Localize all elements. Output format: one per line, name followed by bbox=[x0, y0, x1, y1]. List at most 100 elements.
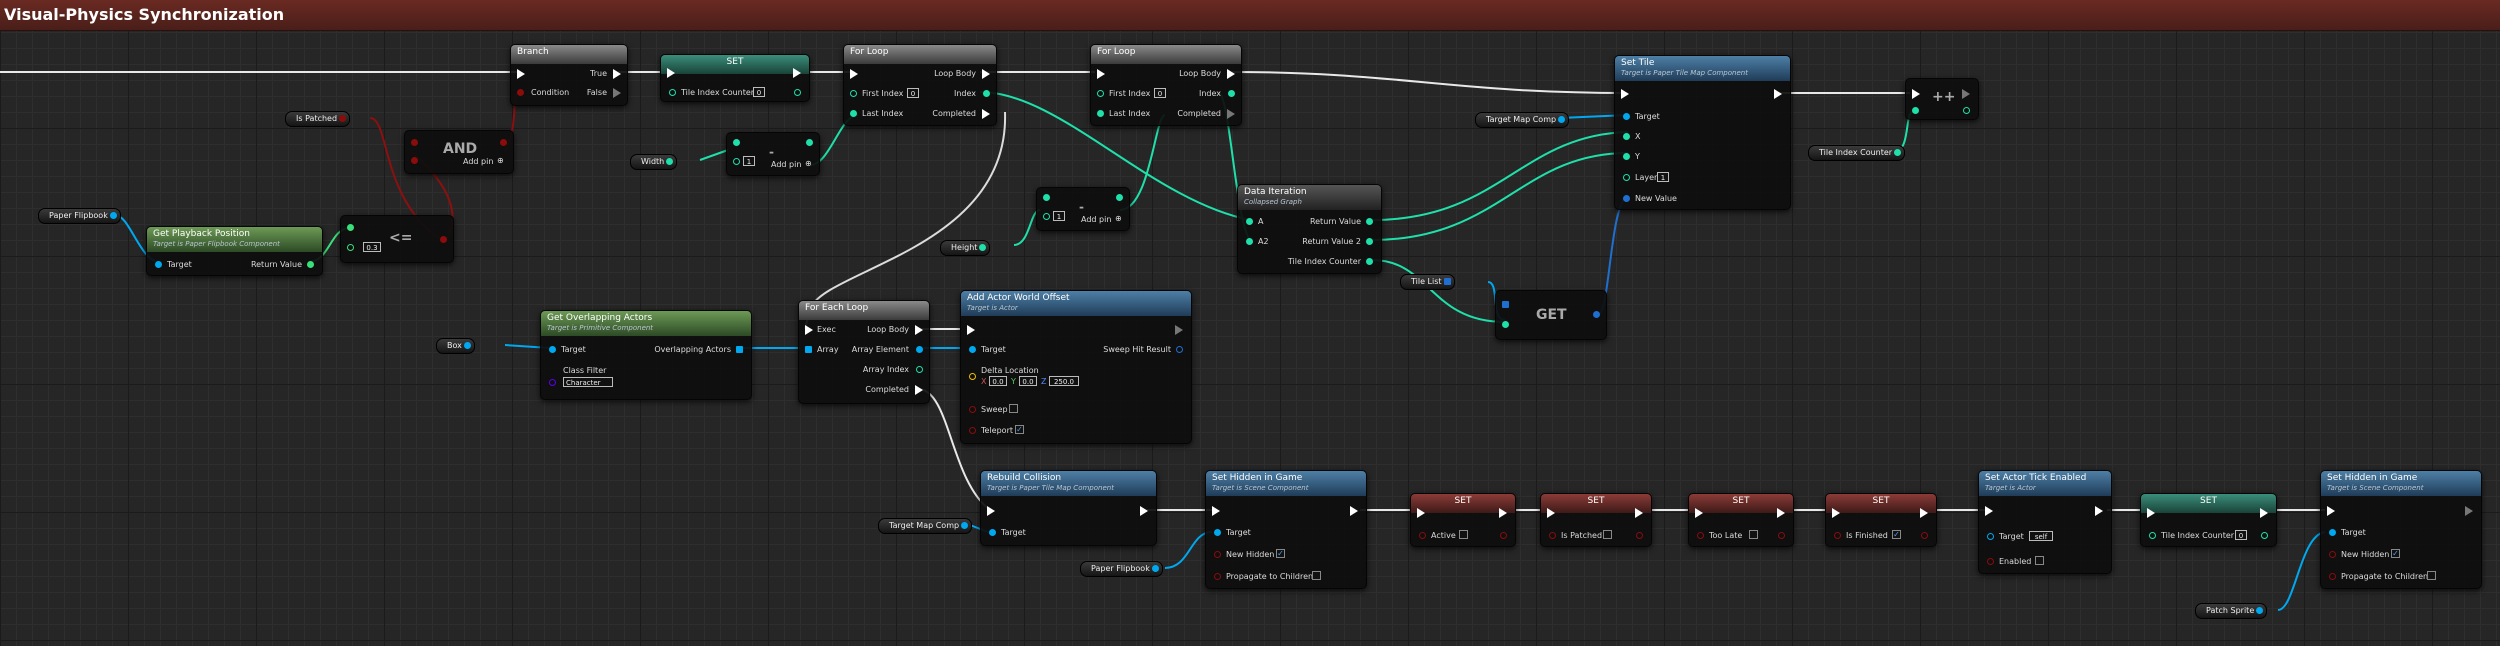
int-in-pin[interactable] bbox=[669, 89, 676, 96]
add-pin-label[interactable]: Add pin bbox=[463, 157, 493, 166]
int-in-pin-a[interactable] bbox=[1043, 194, 1050, 201]
exec-in-pin[interactable] bbox=[667, 68, 675, 78]
bool-in-pin-a[interactable] bbox=[411, 139, 418, 146]
exec-in-pin[interactable] bbox=[2147, 508, 2155, 518]
array-element-pin[interactable] bbox=[916, 346, 923, 353]
exec-in-pin[interactable] bbox=[1695, 508, 1703, 518]
subtract-node-1[interactable]: 1 - Add pin ⊕ bbox=[726, 132, 820, 176]
exec-out-pin[interactable] bbox=[1777, 508, 1785, 518]
first-index-pin[interactable] bbox=[1097, 90, 1104, 97]
int-in-pin[interactable] bbox=[1912, 107, 1919, 114]
add-pin-icon[interactable]: ⊕ bbox=[805, 159, 812, 168]
less-equal-node[interactable]: 0.3 <= bbox=[340, 215, 454, 263]
paper-flipbook-variable-2[interactable]: Paper Flipbook bbox=[1080, 561, 1163, 577]
target-pin[interactable] bbox=[1987, 533, 1994, 540]
increment-node[interactable]: ++ bbox=[1905, 78, 1979, 120]
delta-x-field[interactable]: 0.0 bbox=[989, 376, 1007, 386]
class-filter-dropdown[interactable]: Character bbox=[563, 377, 613, 387]
value-checkbox[interactable] bbox=[1603, 530, 1612, 539]
add-pin-icon[interactable]: ⊕ bbox=[497, 156, 504, 165]
target-pin[interactable] bbox=[969, 346, 976, 353]
value-checkbox[interactable] bbox=[1459, 530, 1468, 539]
int-out-pin[interactable] bbox=[979, 244, 987, 251]
first-index-field[interactable]: 0 bbox=[1154, 88, 1166, 98]
index-pin[interactable] bbox=[1228, 90, 1235, 97]
rebuild-collision-node[interactable]: Rebuild Collision Target is Paper Tile Ma… bbox=[980, 470, 1157, 546]
exec-in-pin[interactable] bbox=[1985, 506, 1993, 516]
array-out-pin[interactable] bbox=[1443, 278, 1451, 285]
subtract-node-2[interactable]: 1 - Add pin ⊕ bbox=[1036, 187, 1130, 231]
float-in-pin-a[interactable] bbox=[347, 224, 354, 231]
propagate-pin[interactable] bbox=[2329, 573, 2336, 580]
bool-out-pin[interactable] bbox=[1636, 532, 1643, 539]
set-is-finished-node[interactable]: SET Is Finished ✓ bbox=[1825, 493, 1937, 547]
exec-out-pin[interactable] bbox=[1175, 325, 1183, 335]
value-field[interactable]: 0 bbox=[2235, 530, 2247, 540]
delta-y-field[interactable]: 0.0 bbox=[1019, 376, 1037, 386]
set-tile-index-counter-node[interactable]: SET Tile Index Counter 0 bbox=[660, 54, 810, 102]
width-variable[interactable]: Width bbox=[630, 154, 678, 170]
bool-in-pin[interactable] bbox=[1834, 532, 1841, 539]
exec-out-pin[interactable] bbox=[1962, 89, 1970, 99]
set-hidden-in-game-node-2[interactable]: Set Hidden in Game Target is Scene Compon… bbox=[2320, 470, 2482, 589]
exec-out-pin[interactable] bbox=[1350, 506, 1358, 516]
enabled-checkbox[interactable] bbox=[2035, 556, 2044, 565]
exec-out-pin[interactable] bbox=[1499, 508, 1507, 518]
return-value-pin[interactable] bbox=[1366, 218, 1373, 225]
tile-index-counter-pin[interactable] bbox=[1366, 258, 1373, 265]
int-out-pin[interactable] bbox=[2261, 532, 2268, 539]
bool-in-pin-b[interactable] bbox=[411, 157, 418, 164]
set-active-node[interactable]: SET Active bbox=[1410, 493, 1516, 547]
box-variable[interactable]: Box bbox=[436, 338, 475, 354]
exec-out-pin[interactable] bbox=[1920, 508, 1928, 518]
loop-body-pin[interactable] bbox=[982, 69, 990, 79]
loop-body-pin[interactable] bbox=[1227, 69, 1235, 79]
false-pin[interactable] bbox=[613, 88, 621, 98]
exec-in-pin[interactable] bbox=[1832, 508, 1840, 518]
completed-pin[interactable] bbox=[1227, 109, 1235, 119]
target-pin[interactable] bbox=[549, 346, 556, 353]
overlapping-actors-pin[interactable] bbox=[736, 346, 743, 353]
int-in-pin-b[interactable] bbox=[733, 158, 740, 165]
array-pin[interactable] bbox=[805, 346, 812, 353]
int-out-pin[interactable] bbox=[806, 139, 813, 146]
self-field[interactable]: self bbox=[2029, 531, 2053, 541]
value-checkbox[interactable] bbox=[1749, 530, 1758, 539]
exec-in-pin[interactable] bbox=[2327, 506, 2335, 516]
add-pin-label[interactable]: Add pin bbox=[771, 160, 801, 169]
get-overlapping-actors-node[interactable]: Get Overlapping Actors Target is Primitiv… bbox=[540, 310, 752, 400]
bool-out-pin[interactable] bbox=[1778, 532, 1785, 539]
tile-index-counter-variable[interactable]: Tile Index Counter bbox=[1808, 145, 1906, 161]
object-out-pin[interactable] bbox=[1151, 565, 1159, 572]
add-actor-world-offset-node[interactable]: Add Actor World Offset Target is Actor Ta… bbox=[960, 290, 1192, 444]
height-variable[interactable]: Height bbox=[940, 240, 991, 256]
int-out-pin[interactable] bbox=[1963, 107, 1970, 114]
index-pin[interactable] bbox=[983, 90, 990, 97]
set-tile-index-counter-node-2[interactable]: SET Tile Index Counter 0 bbox=[2140, 493, 2277, 547]
true-pin[interactable] bbox=[613, 69, 621, 79]
return-value-pin[interactable] bbox=[307, 261, 314, 268]
int-in-pin-a[interactable] bbox=[733, 139, 740, 146]
int-out-pin[interactable] bbox=[666, 158, 674, 165]
bool-in-pin[interactable] bbox=[1419, 532, 1426, 539]
for-each-loop-node[interactable]: For Each Loop Exec Loop Body Array Array… bbox=[798, 300, 930, 404]
value-field[interactable]: 1 bbox=[743, 156, 755, 166]
bool-out-pin[interactable] bbox=[339, 115, 347, 122]
new-hidden-checkbox[interactable]: ✓ bbox=[1276, 549, 1285, 558]
layer-field[interactable]: 1 bbox=[1657, 172, 1669, 182]
value-field[interactable]: 1 bbox=[1053, 211, 1065, 221]
exec-in-pin[interactable] bbox=[1621, 89, 1629, 99]
bool-in-pin[interactable] bbox=[1549, 532, 1556, 539]
loop-body-pin[interactable] bbox=[915, 325, 923, 335]
int-out-pin[interactable] bbox=[1116, 194, 1123, 201]
class-filter-pin[interactable] bbox=[549, 379, 556, 386]
exec-in-pin[interactable] bbox=[1417, 508, 1425, 518]
target-pin[interactable] bbox=[989, 529, 996, 536]
set-tile-node[interactable]: Set Tile Target is Paper Tile Map Compone… bbox=[1614, 55, 1791, 210]
bool-in-pin[interactable] bbox=[1697, 532, 1704, 539]
exec-in-pin[interactable] bbox=[850, 69, 858, 79]
bool-out-pin[interactable] bbox=[1921, 532, 1928, 539]
exec-in-pin[interactable] bbox=[1097, 69, 1105, 79]
value-checkbox[interactable]: ✓ bbox=[1892, 530, 1901, 539]
get-playback-position-node[interactable]: Get Playback Position Target is Paper Fli… bbox=[146, 226, 323, 276]
